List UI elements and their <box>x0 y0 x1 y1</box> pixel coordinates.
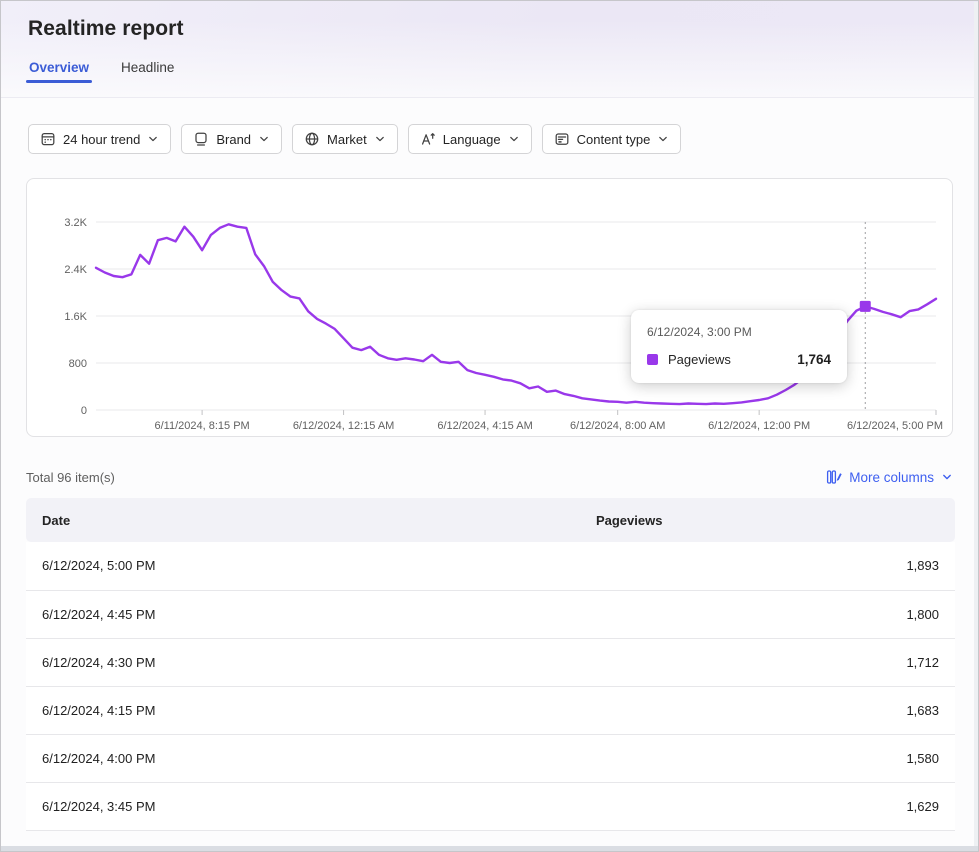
series-swatch-icon <box>647 354 658 365</box>
column-header-date[interactable]: Date <box>26 498 580 542</box>
cell-pageviews: 1,800 <box>580 590 955 638</box>
cell-pageviews: 1,712 <box>580 638 955 686</box>
filter-label: Market <box>327 132 367 147</box>
tooltip-series-row: Pageviews 1,764 <box>647 352 831 367</box>
cell-pageviews: 1,683 <box>580 686 955 734</box>
tooltip-series-label: Pageviews <box>668 352 731 367</box>
cell-date: 6/12/2024, 3:45 PM <box>26 782 580 830</box>
tab-headline-label: Headline <box>121 60 174 75</box>
cell-pageviews: 1,893 <box>580 542 955 590</box>
filter-language[interactable]: Language <box>408 124 532 154</box>
chart-tooltip: 6/12/2024, 3:00 PM Pageviews 1,764 <box>631 310 847 383</box>
tooltip-value: 1,764 <box>797 352 831 367</box>
x-axis-label: 6/12/2024, 5:00 PM <box>847 420 943 432</box>
tab-headline[interactable]: Headline <box>120 56 175 85</box>
total-count: Total 96 item(s) <box>26 470 115 485</box>
hover-marker <box>860 301 871 312</box>
window-bottom-edge <box>1 846 978 851</box>
x-axis-label: 6/12/2024, 12:15 AM <box>293 420 395 432</box>
y-axis-label: 1.6K <box>64 311 87 323</box>
realtime-report-page: Realtime report Overview Headline 24 hou… <box>0 0 979 852</box>
y-axis-label: 3.2K <box>64 217 87 229</box>
chevron-down-icon <box>508 133 520 145</box>
column-header-pageviews[interactable]: Pageviews <box>580 498 955 542</box>
cell-pageviews: 1,629 <box>580 782 955 830</box>
page-header: Realtime report Overview Headline <box>1 1 978 98</box>
y-axis-label: 0 <box>81 405 87 417</box>
filter-label: Brand <box>216 132 251 147</box>
table-row[interactable]: 6/12/2024, 4:00 PM1,580 <box>26 734 955 782</box>
table-row[interactable]: 6/12/2024, 4:30 PM1,712 <box>26 638 955 686</box>
cell-pageviews: 1,580 <box>580 734 955 782</box>
globe-icon <box>304 131 320 147</box>
chevron-down-icon <box>147 133 159 145</box>
calendar-icon <box>40 131 56 147</box>
y-axis-label: 800 <box>69 358 87 370</box>
y-axis-label: 2.4K <box>64 264 87 276</box>
content-type-icon <box>554 131 570 147</box>
chevron-down-icon <box>374 133 386 145</box>
table-row[interactable]: 6/12/2024, 5:00 PM1,893 <box>26 542 955 590</box>
x-axis-label: 6/11/2024, 8:15 PM <box>155 420 250 432</box>
filter-brand[interactable]: Brand <box>181 124 282 154</box>
filter-label: Content type <box>577 132 651 147</box>
tooltip-date: 6/12/2024, 3:00 PM <box>647 325 831 339</box>
table-header-row: Date Pageviews <box>26 498 955 542</box>
x-axis-label: 6/12/2024, 8:00 AM <box>570 420 665 432</box>
pageviews-line-chart[interactable]: 0 800 1.6K 2.4K 3.2K 6/11/2024, 8:15 PM 6/12/2… <box>27 179 955 436</box>
filter-market[interactable]: Market <box>292 124 398 154</box>
chart-card: 0 800 1.6K 2.4K 3.2K 6/11/2024, 8:15 PM 6/12/2… <box>26 178 953 437</box>
tab-bar: Overview Headline <box>28 56 948 85</box>
filter-label: 24 hour trend <box>63 132 140 147</box>
table-row[interactable]: 6/12/2024, 4:45 PM1,800 <box>26 590 955 638</box>
filter-24-hour-trend[interactable]: 24 hour trend <box>28 124 171 154</box>
more-columns-button[interactable]: More columns <box>826 469 953 485</box>
table-row[interactable]: 6/12/2024, 4:15 PM1,683 <box>26 686 955 734</box>
translate-icon <box>420 131 436 147</box>
list-toolbar: Total 96 item(s) More columns <box>26 469 953 485</box>
filter-bar: 24 hour trend Brand Market <box>28 124 978 154</box>
brand-icon <box>193 131 209 147</box>
chevron-down-icon <box>657 133 669 145</box>
tab-overview[interactable]: Overview <box>28 56 90 85</box>
cell-date: 6/12/2024, 4:15 PM <box>26 686 580 734</box>
chevron-down-icon <box>941 471 953 483</box>
scrollbar-gutter[interactable] <box>974 2 978 851</box>
filter-label: Language <box>443 132 501 147</box>
cell-date: 6/12/2024, 4:00 PM <box>26 734 580 782</box>
cell-date: 6/12/2024, 5:00 PM <box>26 542 580 590</box>
more-columns-label: More columns <box>849 470 934 485</box>
page-title: Realtime report <box>28 17 948 41</box>
cell-date: 6/12/2024, 4:30 PM <box>26 638 580 686</box>
pageviews-table: Date Pageviews 6/12/2024, 5:00 PM1,8936/… <box>26 498 955 831</box>
x-axis-label: 6/12/2024, 4:15 AM <box>437 420 532 432</box>
x-axis-label: 6/12/2024, 12:00 PM <box>708 420 810 432</box>
chevron-down-icon <box>258 133 270 145</box>
cell-date: 6/12/2024, 4:45 PM <box>26 590 580 638</box>
table-row[interactable]: 6/12/2024, 3:45 PM1,629 <box>26 782 955 830</box>
column-edit-icon <box>826 469 842 485</box>
filter-content-type[interactable]: Content type <box>542 124 682 154</box>
table-body: 6/12/2024, 5:00 PM1,8936/12/2024, 4:45 P… <box>26 542 955 830</box>
tab-overview-label: Overview <box>29 60 89 75</box>
